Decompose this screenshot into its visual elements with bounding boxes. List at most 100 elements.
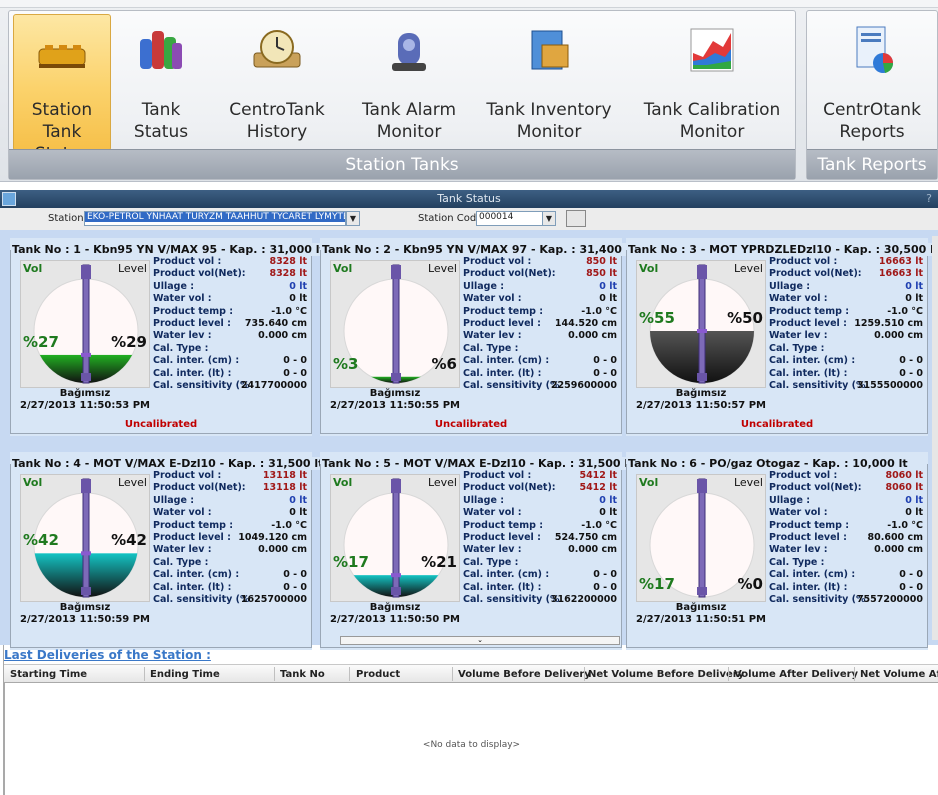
col-product[interactable]: Product bbox=[356, 669, 400, 680]
tank-card[interactable]: Tank No : 3 - MOT YPRDZLEDzl10 - Kap. : … bbox=[626, 238, 938, 436]
tank-mode: Bağımsız bbox=[59, 602, 111, 613]
tank-gauge: Vol Level %17 %0 bbox=[636, 474, 766, 602]
tank-card[interactable]: Tank No : 5 - MOT V/MAX E-Dzl10 - Kap. :… bbox=[320, 452, 636, 650]
tank-status-button[interactable]: Tank Status bbox=[121, 14, 201, 151]
prop-value: 0 lt bbox=[289, 293, 307, 305]
chevron-down-icon[interactable]: ▼ bbox=[542, 211, 556, 226]
prop-key: Cal. inter. (cm) : bbox=[463, 355, 550, 367]
prop-key: Cal. Type : bbox=[153, 556, 209, 568]
col-volume-after[interactable]: Volume After Delivery bbox=[734, 669, 858, 680]
level-label: Level bbox=[117, 262, 147, 275]
col-tank-no[interactable]: Tank No bbox=[280, 669, 325, 680]
tank-card[interactable]: Tank No : 2 - Kbn95 YN V/MAX 97 - Kap. :… bbox=[320, 238, 637, 436]
prop-value: 13118 lt bbox=[262, 482, 307, 494]
tank-gauge-graphic bbox=[343, 478, 449, 598]
centrotank-history-button[interactable]: CentroTank History bbox=[221, 14, 333, 151]
vertical-scrollbar[interactable] bbox=[932, 236, 938, 640]
prop-key: Water lev : bbox=[769, 544, 828, 556]
col-net-volume-after[interactable]: Net Volume Afte bbox=[860, 669, 938, 680]
prop-value: 0.000 cm bbox=[568, 544, 617, 556]
tank-card[interactable]: Tank No : 6 - PO/gaz Otogaz - Kap. : 10,… bbox=[626, 452, 928, 650]
prop-key: Cal. inter. (lt) : bbox=[769, 367, 848, 379]
tank-gauge: Vol Level %55 %50 bbox=[636, 260, 766, 388]
tank-card[interactable]: Tank No : 1 - Kbn95 YN V/MAX 95 - Kap. :… bbox=[10, 238, 327, 436]
level-percent: %42 bbox=[111, 531, 147, 550]
level-percent: %29 bbox=[111, 332, 147, 351]
tank-alarm-monitor-button[interactable]: Tank Alarm Monitor bbox=[357, 14, 461, 151]
prop-key: Cal. inter. (cm) : bbox=[769, 569, 856, 581]
vol-label: Vol bbox=[639, 476, 659, 489]
prop-key: Product level : bbox=[769, 531, 847, 543]
level-percent: %50 bbox=[727, 309, 763, 327]
station-code-label: Station Code bbox=[418, 213, 483, 224]
prop-key: Product vol : bbox=[153, 256, 222, 267]
level-percent: %6 bbox=[431, 354, 457, 373]
prop-value: 144.520 cm bbox=[554, 317, 617, 329]
tank-calibration-monitor-button[interactable]: Tank Calibration Monitor bbox=[637, 14, 787, 151]
prop-row: Cal. Type : bbox=[463, 343, 617, 355]
prop-row: Product vol : 13118 lt bbox=[153, 470, 307, 482]
prop-value: 8328 lt bbox=[269, 256, 307, 267]
tank-card[interactable]: Tank No : 4 - MOT V/MAX E-Dzl10 - Kap. :… bbox=[10, 452, 326, 650]
station-go-button[interactable] bbox=[566, 210, 586, 227]
collapse-splitter[interactable]: ⌄ bbox=[340, 636, 620, 645]
prop-key: Water vol : bbox=[463, 507, 522, 519]
prop-value: 0 lt bbox=[599, 280, 617, 292]
tank-timestamp: 2/27/2013 11:50:53 PM bbox=[20, 400, 150, 411]
level-label: Level bbox=[733, 262, 763, 275]
tank-mode: Bağımsız bbox=[675, 388, 727, 399]
prop-key: Water lev : bbox=[463, 544, 522, 556]
prop-value: 0.000 cm bbox=[568, 330, 617, 342]
prop-row: Cal. inter. (cm) : 0 - 0 bbox=[153, 569, 307, 581]
chevron-down-icon[interactable]: ▼ bbox=[346, 211, 360, 226]
col-ending-time[interactable]: Ending Time bbox=[150, 669, 220, 680]
prop-key: Product vol(Net): bbox=[153, 482, 246, 494]
prop-row: Product level : 524.750 cm bbox=[463, 532, 617, 544]
station-select[interactable]: EKO-PETROL YNHAAT TURYZM TAAHHUT TYCARET… bbox=[84, 211, 346, 226]
prop-value: 524.750 cm bbox=[554, 531, 617, 543]
col-starting-time[interactable]: Starting Time bbox=[10, 669, 87, 680]
prop-key: Product level : bbox=[153, 531, 231, 543]
prop-value: 8328 lt bbox=[269, 268, 307, 280]
deliveries-title[interactable]: Last Deliveries of the Station : bbox=[4, 648, 211, 662]
prop-key: Product temp : bbox=[463, 519, 544, 531]
prop-key: Cal. inter. (lt) : bbox=[463, 581, 542, 593]
prop-key: Cal. sensitivity (% bbox=[769, 379, 866, 391]
deliveries-grid: <No data to display> bbox=[4, 683, 938, 795]
tank-inventory-monitor-button[interactable]: Tank Inventory Monitor bbox=[479, 14, 619, 151]
prop-value: 0 lt bbox=[905, 293, 923, 305]
prop-value: 3155500000 bbox=[856, 379, 923, 391]
prop-row: Cal. Type : bbox=[153, 557, 307, 569]
tank-title: Tank No : 1 - Kbn95 YN V/MAX 95 - Kap. :… bbox=[12, 243, 327, 256]
prop-key: Water lev : bbox=[153, 544, 212, 556]
prop-key: Cal. inter. (lt) : bbox=[463, 367, 542, 379]
prop-value: 5412 lt bbox=[579, 482, 617, 494]
prop-value: 0 - 0 bbox=[283, 367, 307, 379]
prop-key: Cal. Type : bbox=[769, 342, 825, 354]
col-net-volume-before[interactable]: Net Volume Before Delivery bbox=[588, 669, 744, 680]
prop-key: Cal. Type : bbox=[153, 342, 209, 354]
prop-value: -1.0 °C bbox=[581, 305, 617, 317]
prop-row: Cal. Type : bbox=[153, 343, 307, 355]
station-tank-status-button[interactable]: StationTank Status bbox=[13, 14, 111, 164]
prop-row: Water vol : 0 lt bbox=[153, 507, 307, 519]
prop-row: Cal. inter. (lt) : 0 - 0 bbox=[769, 582, 923, 594]
prop-row: Ullage : 0 lt bbox=[463, 281, 617, 293]
help-button[interactable]: ? bbox=[926, 190, 932, 208]
ribbon: StationTank Status TankStatus CentroTank… bbox=[0, 0, 938, 182]
tank-mode: Bağımsız bbox=[59, 388, 111, 399]
calibration-status: Uncalibrated bbox=[124, 419, 198, 430]
prop-row: Water lev : 0.000 cm bbox=[153, 544, 307, 556]
col-volume-before[interactable]: Volume Before Delivery bbox=[458, 669, 591, 680]
prop-value: 0 lt bbox=[289, 280, 307, 292]
prop-key: Cal. inter. (cm) : bbox=[153, 569, 240, 581]
prop-value: 0.000 cm bbox=[874, 544, 923, 556]
prop-key: Ullage : bbox=[769, 494, 810, 506]
prop-key: Cal. inter. (lt) : bbox=[769, 581, 848, 593]
prop-key: Product vol : bbox=[463, 256, 532, 267]
tank-properties: Product vol : 5412 lt Product vol(Net): … bbox=[463, 470, 617, 606]
prop-key: Product vol : bbox=[463, 470, 532, 481]
centrotank-reports-button[interactable]: CentrOtank Reports bbox=[813, 14, 931, 151]
volume-percent: %55 bbox=[639, 309, 675, 327]
group-station-tanks: StationTank Status TankStatus CentroTank… bbox=[8, 10, 796, 180]
